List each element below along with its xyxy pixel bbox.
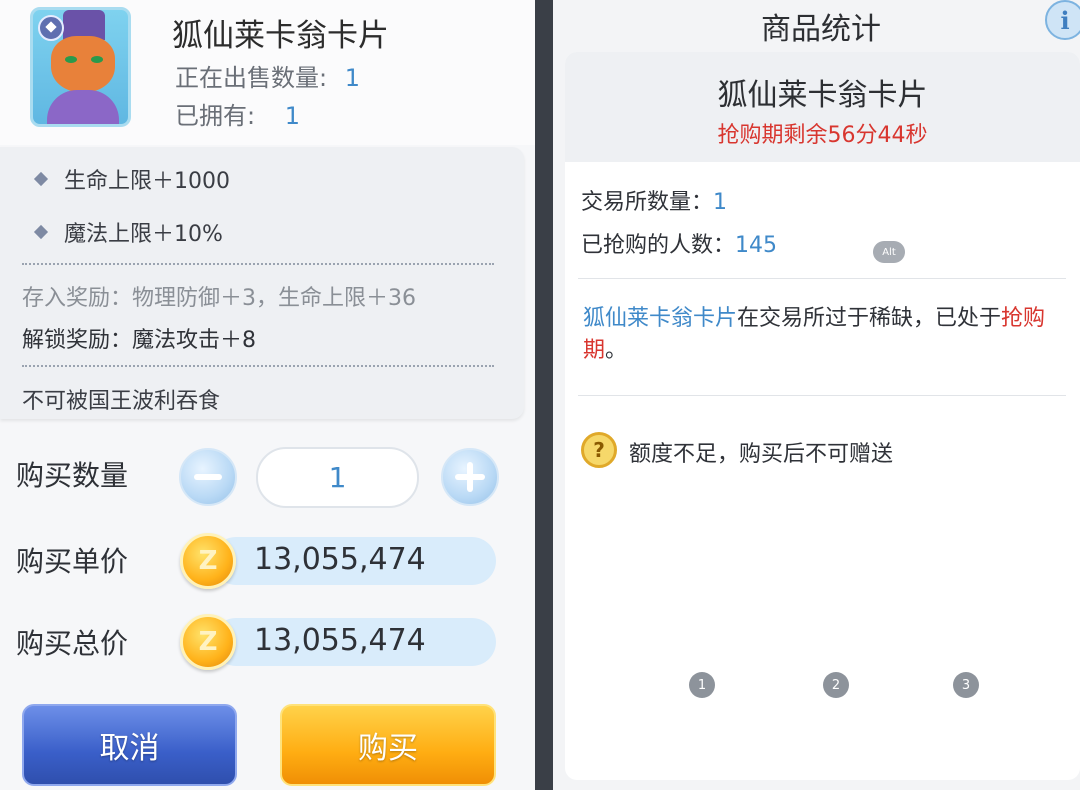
owned-label: 已拥有: <box>175 102 256 130</box>
divider <box>578 395 1066 396</box>
desc-end: 。 <box>605 338 628 363</box>
item-attributes: 生命上限＋1000 魔法上限＋10% 存入奖励：物理防御＋3，生命上限＋36 解… <box>0 147 524 419</box>
item-statistics-panel: 商品统计 i 狐仙莱卡翁卡片 抢购期剩余56分44秒 交易所数量：1 已抢购的人… <box>553 0 1080 790</box>
item-title: 狐仙莱卡翁卡片 <box>172 18 389 54</box>
purchase-panel: 狐仙莱卡翁卡片 正在出售数量: 1 已拥有: 1 生命上限＋1000 魔法上限＋… <box>0 0 535 790</box>
buyers-value: 145 <box>735 233 778 258</box>
panel-divider <box>535 0 553 790</box>
total-price-label: 购买总价 <box>16 627 129 660</box>
character-eye <box>91 56 103 63</box>
quota-warning: 额度不足，购买后不可赠送 <box>629 442 894 467</box>
question-icon[interactable]: ? <box>581 432 617 468</box>
zeny-coin-icon: Z <box>180 614 236 670</box>
divider <box>22 263 494 265</box>
exchange-quantity: 交易所数量：1 <box>581 184 727 216</box>
stat-row: 魔法上限＋10% <box>33 216 223 248</box>
desc-text: 在交易所过于稀缺，已处于 <box>737 306 1002 331</box>
info-icon[interactable]: i <box>1045 0 1080 40</box>
buyers-count: 已抢购的人数：145 <box>581 227 777 259</box>
on-sale-count: 正在出售数量: 1 <box>175 58 360 93</box>
quantity-label: 购买数量 <box>16 459 129 492</box>
bullet-diamond-icon <box>33 224 49 240</box>
owned-value: 1 <box>284 102 301 130</box>
zeny-coin-icon: Z <box>180 533 236 589</box>
owned-count: 已拥有: 1 <box>175 96 300 131</box>
cancel-button[interactable]: 取消 <box>22 704 237 786</box>
on-sale-value: 1 <box>344 64 361 92</box>
decrease-quantity-button[interactable] <box>179 448 237 506</box>
page-indicator-1[interactable]: 1 <box>689 672 715 698</box>
unit-price-value: 13,055,474 <box>254 542 426 577</box>
stat-text: 魔法上限＋10% <box>64 222 223 247</box>
divider <box>22 365 494 367</box>
page-indicator-2[interactable]: 2 <box>823 672 849 698</box>
quantity-input[interactable]: 1 <box>256 447 419 508</box>
item-header: 狐仙莱卡翁卡片 正在出售数量: 1 已拥有: 1 <box>0 0 535 145</box>
unlock-reward: 解锁奖励：魔法攻击＋8 <box>22 328 256 353</box>
card-rank-badge-icon <box>38 15 64 41</box>
item-link[interactable]: 狐仙莱卡翁卡片 <box>583 306 737 331</box>
plus-icon <box>455 462 485 492</box>
rush-countdown: 抢购期剩余56分44秒 <box>717 123 928 148</box>
character-face <box>51 36 115 92</box>
character-eye <box>65 56 77 63</box>
buyers-label: 已抢购的人数： <box>581 233 736 258</box>
total-price-value: 13,055,474 <box>254 623 426 658</box>
restriction-note: 不可被国王波利吞食 <box>22 389 221 414</box>
panel-title: 商品统计 <box>761 12 881 47</box>
unit-price-label: 购买单价 <box>16 545 129 578</box>
bullet-diamond-icon <box>33 171 49 187</box>
minus-icon <box>194 474 222 480</box>
increase-quantity-button[interactable] <box>441 448 499 506</box>
page-indicator-3[interactable]: 3 <box>953 672 979 698</box>
on-sale-label: 正在出售数量: <box>175 64 328 92</box>
stat-row: 生命上限＋1000 <box>33 163 230 195</box>
stat-text: 生命上限＋1000 <box>64 169 230 194</box>
exchange-label: 交易所数量： <box>581 190 714 215</box>
statistics-card <box>565 52 1080 780</box>
buy-button[interactable]: 购买 <box>280 704 496 786</box>
scarcity-description: 狐仙莱卡翁卡片在交易所过于稀缺，已处于抢购期。 <box>583 303 1078 367</box>
deposit-reward: 存入奖励：物理防御＋3，生命上限＋36 <box>22 286 416 311</box>
divider <box>578 278 1066 279</box>
item-card-image <box>30 7 131 127</box>
character-body <box>47 90 119 124</box>
alt-hint-badge: Alt <box>873 241 905 263</box>
exchange-value: 1 <box>713 190 728 215</box>
item-name: 狐仙莱卡翁卡片 <box>717 78 928 113</box>
